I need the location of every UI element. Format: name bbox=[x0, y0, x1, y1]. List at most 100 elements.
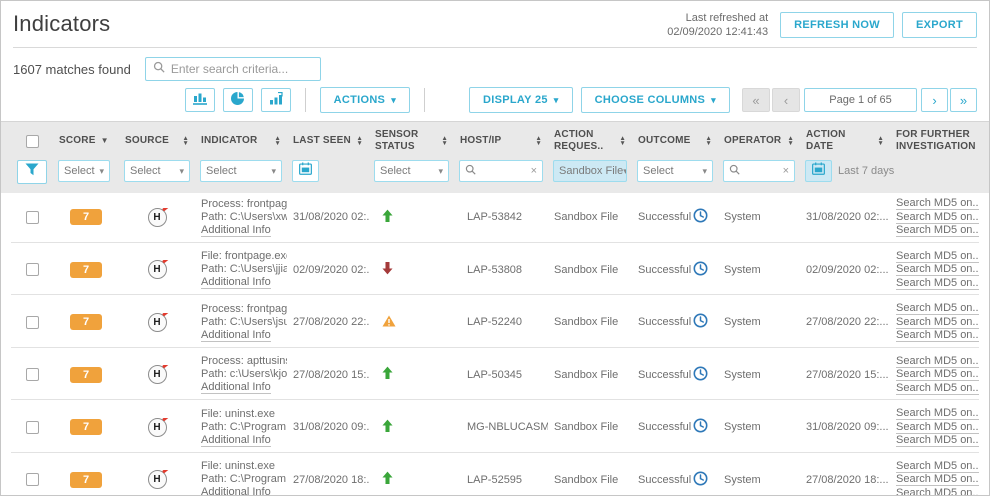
clock-icon[interactable] bbox=[693, 208, 708, 226]
row-checkbox[interactable] bbox=[26, 368, 39, 381]
actions-button[interactable]: ACTIONS ▾ bbox=[320, 87, 410, 113]
column-header-host-ip[interactable]: HOST/IP ▲▼ bbox=[454, 135, 548, 147]
additional-info-link[interactable]: Additional Info bbox=[201, 486, 271, 496]
search-md5-link[interactable]: Search MD5 on... bbox=[896, 224, 979, 237]
score-filter-select[interactable]: Select ▾ bbox=[58, 160, 110, 182]
search-md5-link[interactable]: Search MD5 on... bbox=[896, 197, 979, 210]
score-badge[interactable]: 7 bbox=[70, 472, 102, 488]
host-ip-link[interactable]: MG-NBLUCASMP bbox=[467, 421, 548, 433]
source-filter-select[interactable]: Select ▾ bbox=[124, 160, 190, 182]
column-header-operator[interactable]: OPERATOR ▲▼ bbox=[718, 135, 800, 147]
search-md5-link[interactable]: Search MD5 on... bbox=[896, 211, 979, 224]
search-md5-link[interactable]: Search MD5 on... bbox=[896, 368, 979, 381]
score-badge[interactable]: 7 bbox=[70, 314, 102, 330]
column-header-source[interactable]: SOURCE ▲▼ bbox=[119, 135, 195, 147]
search-md5-link[interactable]: Search MD5 on... bbox=[896, 487, 979, 496]
outcome-cell: Successful bbox=[632, 471, 718, 489]
clock-icon[interactable] bbox=[693, 366, 708, 384]
clear-icon[interactable]: × bbox=[531, 165, 537, 177]
additional-info-link[interactable]: Additional Info bbox=[201, 381, 271, 394]
additional-info-link[interactable]: Additional Info bbox=[201, 434, 271, 447]
additional-info-link[interactable]: Additional Info bbox=[201, 276, 271, 289]
action-date-cell: 31/08/2020 09:... bbox=[800, 421, 890, 433]
column-header-last-seen[interactable]: LAST SEEN ▲▼ bbox=[287, 135, 369, 147]
next-page-button[interactable]: › bbox=[921, 88, 948, 112]
search-box[interactable] bbox=[145, 57, 321, 81]
row-checkbox[interactable] bbox=[26, 421, 39, 434]
pagination: « ‹ Page 1 of 65 › » bbox=[742, 88, 977, 112]
refresh-now-button[interactable]: REFRESH NOW bbox=[780, 12, 894, 38]
filter-button[interactable] bbox=[17, 160, 47, 184]
outcome-filter-select[interactable]: Select ▾ bbox=[637, 160, 713, 182]
additional-info-link[interactable]: Additional Info bbox=[201, 329, 271, 342]
choose-columns-button[interactable]: CHOOSE COLUMNS ▾ bbox=[581, 87, 730, 113]
clock-icon[interactable] bbox=[693, 313, 708, 331]
column-header-outcome[interactable]: OUTCOME ▲▼ bbox=[632, 135, 718, 147]
search-md5-link[interactable]: Search MD5 on... bbox=[896, 460, 979, 473]
action-date-filter[interactable] bbox=[805, 160, 832, 182]
clock-icon[interactable] bbox=[693, 261, 708, 279]
search-md5-link[interactable]: Search MD5 on... bbox=[896, 329, 979, 342]
row-checkbox[interactable] bbox=[26, 211, 39, 224]
additional-info-link[interactable]: Additional Info bbox=[201, 224, 271, 237]
display-count-button[interactable]: DISPLAY 25 ▾ bbox=[469, 87, 573, 113]
search-md5-link[interactable]: Search MD5 on... bbox=[896, 407, 979, 420]
sensor-status-cell bbox=[369, 315, 454, 330]
search-md5-link[interactable]: Search MD5 on... bbox=[896, 473, 979, 486]
score-badge[interactable]: 7 bbox=[70, 367, 102, 383]
select-all-checkbox[interactable] bbox=[26, 135, 39, 148]
bar-chart-view-button[interactable] bbox=[185, 88, 215, 112]
indicator-line1: Process: frontpage.ex bbox=[201, 303, 281, 316]
host-ip-link[interactable]: LAP-52595 bbox=[467, 474, 522, 486]
search-md5-link[interactable]: Search MD5 on... bbox=[896, 355, 979, 368]
column-header-sensor-status[interactable]: SENSOR STATUS ▲▼ bbox=[369, 129, 454, 153]
table-row: 7 H Process: apttusinsta Path: c:\Users\… bbox=[11, 351, 979, 401]
search-md5-link[interactable]: Search MD5 on... bbox=[896, 382, 979, 395]
row-checkbox[interactable] bbox=[26, 263, 39, 276]
host-ip-link[interactable]: LAP-53808 bbox=[467, 264, 522, 276]
column-header-indicator[interactable]: INDICATOR ▲▼ bbox=[195, 135, 287, 147]
export-button[interactable]: EXPORT bbox=[902, 12, 977, 38]
search-md5-link[interactable]: Search MD5 on... bbox=[896, 316, 979, 329]
first-page-button[interactable]: « bbox=[742, 88, 770, 112]
last-seen-date-filter[interactable] bbox=[292, 160, 319, 182]
last-seen-cell: 02/09/2020 02:... bbox=[287, 264, 369, 276]
row-checkbox[interactable] bbox=[26, 473, 39, 486]
clock-icon[interactable] bbox=[693, 471, 708, 489]
score-badge[interactable]: 7 bbox=[70, 262, 102, 278]
last-seen-cell: 31/08/2020 02:... bbox=[287, 211, 369, 223]
investigation-cell: Search MD5 on... Search MD5 on... Search… bbox=[890, 460, 979, 496]
action-requested-filter-select[interactable]: Sandbox File ▾ bbox=[553, 160, 627, 182]
search-md5-link[interactable]: Search MD5 on... bbox=[896, 421, 979, 434]
search-md5-link[interactable]: Search MD5 on... bbox=[896, 302, 979, 315]
pie-chart-view-button[interactable] bbox=[223, 88, 253, 112]
search-md5-link[interactable]: Search MD5 on... bbox=[896, 434, 979, 447]
host-ip-link[interactable]: LAP-52240 bbox=[467, 316, 522, 328]
search-md5-link[interactable]: Search MD5 on... bbox=[896, 263, 979, 276]
search-md5-link[interactable]: Search MD5 on... bbox=[896, 250, 979, 263]
score-badge[interactable]: 7 bbox=[70, 209, 102, 225]
host-ip-filter-input[interactable]: × bbox=[459, 160, 543, 182]
clock-icon[interactable] bbox=[693, 418, 708, 436]
indicator-filter-select[interactable]: Select ▾ bbox=[200, 160, 282, 182]
table-row: 7 H Process: frontpage.ex Path: C:\Users… bbox=[11, 193, 979, 243]
sensor-status-cell bbox=[369, 419, 454, 436]
host-ip-link[interactable]: LAP-50345 bbox=[467, 369, 522, 381]
operator-filter-input[interactable]: × bbox=[723, 160, 795, 182]
column-header-action-requested[interactable]: ACTION REQUES.. ▲▼ bbox=[548, 129, 632, 153]
sensor-status-filter-select[interactable]: Select ▾ bbox=[374, 160, 449, 182]
host-ip-link[interactable]: LAP-53842 bbox=[467, 211, 522, 223]
column-header-score[interactable]: SCORE ▼ bbox=[53, 135, 119, 147]
search-input[interactable] bbox=[171, 62, 313, 76]
score-badge[interactable]: 7 bbox=[70, 419, 102, 435]
outcome-cell: Successful bbox=[632, 261, 718, 279]
action-date-cell: 31/08/2020 02:... bbox=[800, 211, 890, 223]
search-md5-link[interactable]: Search MD5 on... bbox=[896, 277, 979, 290]
previous-page-button[interactable]: ‹ bbox=[772, 88, 800, 112]
column-chart-view-button[interactable] bbox=[261, 88, 291, 112]
row-checkbox[interactable] bbox=[26, 316, 39, 329]
column-header-action-date[interactable]: ACTION DATE ▲▼ bbox=[800, 129, 890, 153]
action-date-filter-value: Last 7 days bbox=[838, 165, 894, 177]
clear-icon[interactable]: × bbox=[783, 165, 789, 177]
last-page-button[interactable]: » bbox=[950, 88, 977, 112]
